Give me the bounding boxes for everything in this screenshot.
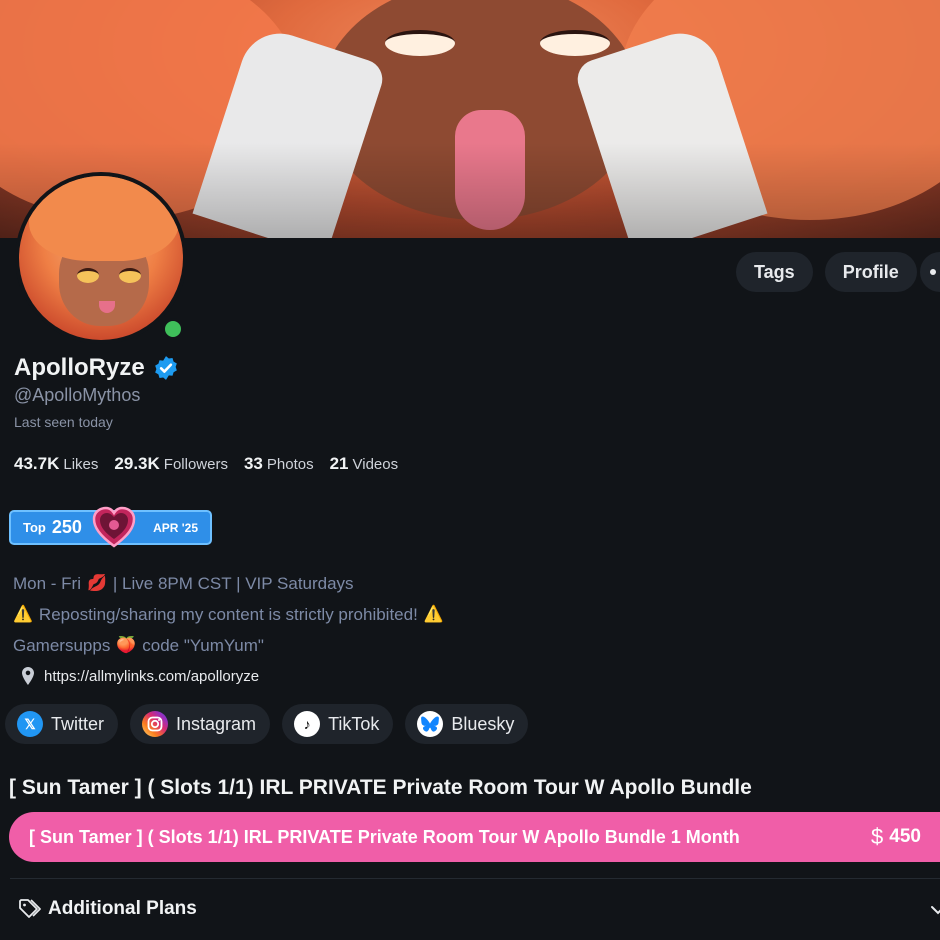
stat-photos[interactable]: 33 Photos: [244, 454, 314, 474]
badge-date: APR '25: [153, 520, 198, 535]
heart-icon: [92, 506, 136, 548]
social-bluesky-button[interactable]: Bluesky: [405, 704, 529, 744]
kiss-mark-icon: 💋: [87, 575, 107, 592]
external-link[interactable]: https://allmylinks.com/apolloryze: [20, 667, 259, 685]
bundle-price: $ 450: [871, 824, 921, 849]
x-icon: 𝕏: [17, 711, 43, 737]
top-creator-badge[interactable]: Top 250 APR '25: [9, 506, 212, 548]
chevron-down-icon[interactable]: [928, 900, 940, 920]
bundle-title: [ Sun Tamer ] ( Slots 1/1) IRL PRIVATE P…: [9, 776, 752, 799]
instagram-icon: [142, 711, 169, 737]
more-dots-icon: [930, 269, 936, 275]
bluesky-icon: [417, 711, 444, 737]
verified-badge-icon: [154, 356, 177, 380]
social-instagram-button[interactable]: Instagram: [130, 704, 271, 744]
subscribe-bundle-button[interactable]: [ Sun Tamer ] ( Slots 1/1) IRL PRIVATE P…: [9, 812, 940, 862]
stat-followers[interactable]: 29.3K Followers: [114, 454, 228, 474]
badge-label: Top: [23, 520, 46, 535]
last-seen-text: Last seen today: [14, 414, 113, 430]
profile-button[interactable]: Profile: [824, 252, 917, 292]
profile-stats: 43.7K Likes 29.3K Followers 33 Photos 21 Vid…: [14, 454, 398, 474]
stat-likes: 43.7K Likes: [14, 454, 99, 473]
display-name: ApolloRyze: [14, 354, 145, 381]
location-pin-icon: [22, 667, 34, 685]
tiktok-icon: ♪: [294, 711, 321, 737]
divider: [10, 878, 940, 879]
warning-icon: ⚠️: [423, 606, 444, 623]
online-status-indicator: [162, 318, 184, 340]
more-options-button[interactable]: [920, 252, 940, 292]
social-tiktok-button[interactable]: ♪ TikTok: [282, 704, 394, 744]
additional-plans-toggle[interactable]: Additional Plans: [18, 898, 197, 920]
username-handle: @ApolloMythos: [14, 385, 141, 405]
bundle-button-label: [ Sun Tamer ] ( Slots 1/1) IRL PRIVATE P…: [29, 826, 740, 847]
peach-icon: 🍑: [116, 637, 137, 654]
bio: Mon - Fri 💋 | Live 8PM CST | VIP Saturda…: [13, 568, 444, 661]
avatar[interactable]: [15, 172, 187, 344]
tags-button[interactable]: Tags: [736, 252, 813, 292]
badge-rank: 250: [51, 517, 82, 537]
tag-icon: [19, 899, 41, 918]
social-twitter-button[interactable]: 𝕏 Twitter: [5, 704, 119, 744]
stat-videos[interactable]: 21 Videos: [330, 454, 399, 474]
warning-icon: ⚠️: [13, 606, 33, 623]
